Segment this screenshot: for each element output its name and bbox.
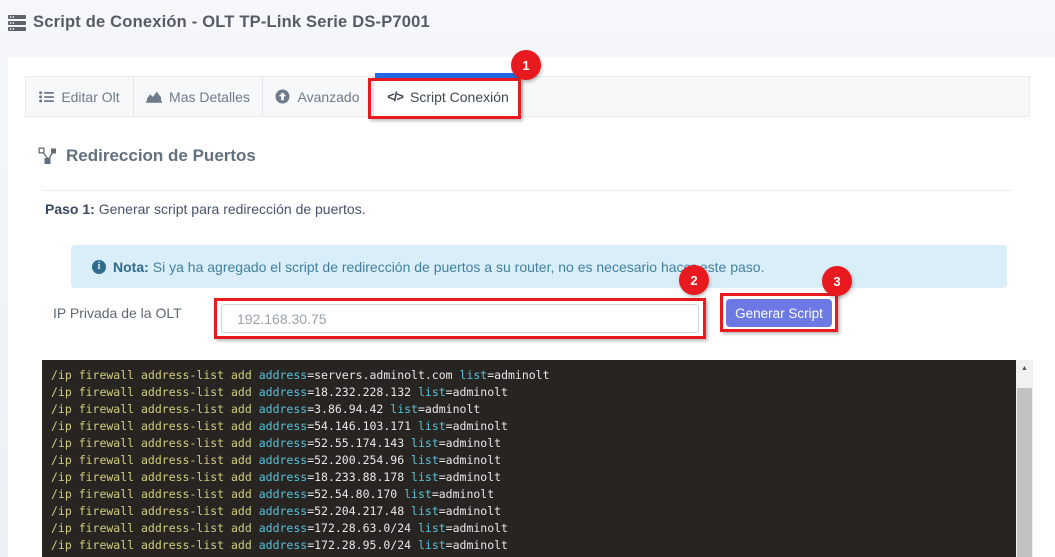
note-alert: i Nota: Si ya ha agregado el script de r… [71, 245, 1007, 288]
step-text: Paso 1: Generar script para redirección … [45, 201, 366, 217]
annotation-badge-1: 1 [511, 50, 541, 80]
tab-bar: Editar Olt Mas Detalles Avanzado </> S [25, 76, 1030, 117]
divider [42, 190, 1012, 191]
terminal-line: /ip firewall address-list add address=52… [51, 486, 1007, 503]
note-text: Si ya ha agregado el script de redirecci… [153, 259, 765, 275]
terminal-line: /ip firewall address-list add address=54… [51, 418, 1007, 435]
page-title: Script de Conexión - OLT TP-Link Serie D… [33, 13, 430, 32]
tab-script-conexion[interactable]: </> Script Conexión [373, 77, 523, 116]
ip-field-label: IP Privada de la OLT [53, 305, 182, 321]
terminal-line: /ip firewall address-list add address=52… [51, 452, 1007, 469]
tab-label: Avanzado [297, 89, 359, 105]
section-title: Redireccion de Puertos [66, 146, 256, 166]
section-header: Redireccion de Puertos [38, 146, 256, 166]
chart-area-icon [146, 90, 162, 103]
annotation-badge-2: 2 [679, 265, 709, 295]
scroll-up-arrow-icon[interactable]: ▲ [1016, 360, 1033, 377]
terminal-line: /ip firewall address-list add address=se… [51, 367, 1007, 384]
network-icon [38, 147, 57, 165]
terminal-line: /ip firewall address-list add address=18… [51, 384, 1007, 401]
tab-mas-detalles[interactable]: Mas Detalles [134, 77, 263, 116]
tab-editar-olt[interactable]: Editar Olt [26, 77, 134, 116]
server-icon [8, 15, 26, 31]
note-label: Nota: [113, 259, 149, 275]
active-tab-indicator [375, 73, 519, 79]
list-icon [39, 91, 54, 103]
terminal-lines: /ip firewall address-list add address=se… [42, 360, 1033, 554]
tab-label: Script Conexión [410, 89, 509, 105]
terminal-line: /ip firewall address-list add address=52… [51, 503, 1007, 520]
page: Script de Conexión - OLT TP-Link Serie D… [0, 0, 1055, 557]
page-header: Script de Conexión - OLT TP-Link Serie D… [8, 13, 430, 32]
terminal-scrollbar[interactable]: ▲ [1016, 360, 1033, 557]
annotation-badge-3: 3 [822, 266, 852, 296]
script-output-terminal[interactable]: /ip firewall address-list add address=se… [42, 360, 1033, 557]
info-icon: i [92, 260, 106, 274]
code-icon: </> [387, 89, 403, 104]
step-label: Paso 1: [45, 201, 95, 217]
tab-avanzado[interactable]: Avanzado [263, 77, 373, 116]
terminal-line: /ip firewall address-list add address=18… [51, 469, 1007, 486]
terminal-line: /ip firewall address-list add address=17… [51, 537, 1007, 554]
scrollbar-thumb[interactable] [1017, 388, 1032, 557]
arrow-circle-up-icon [275, 89, 290, 104]
tab-label: Editar Olt [61, 89, 119, 105]
terminal-line: /ip firewall address-list add address=52… [51, 435, 1007, 452]
generate-script-button[interactable]: Generar Script [726, 299, 832, 327]
terminal-line: /ip firewall address-list add address=3.… [51, 401, 1007, 418]
terminal-line: /ip firewall address-list add address=17… [51, 520, 1007, 537]
step-description: Generar script para redirección de puert… [95, 201, 366, 217]
tab-label: Mas Detalles [169, 89, 250, 105]
ip-input[interactable] [221, 304, 699, 333]
